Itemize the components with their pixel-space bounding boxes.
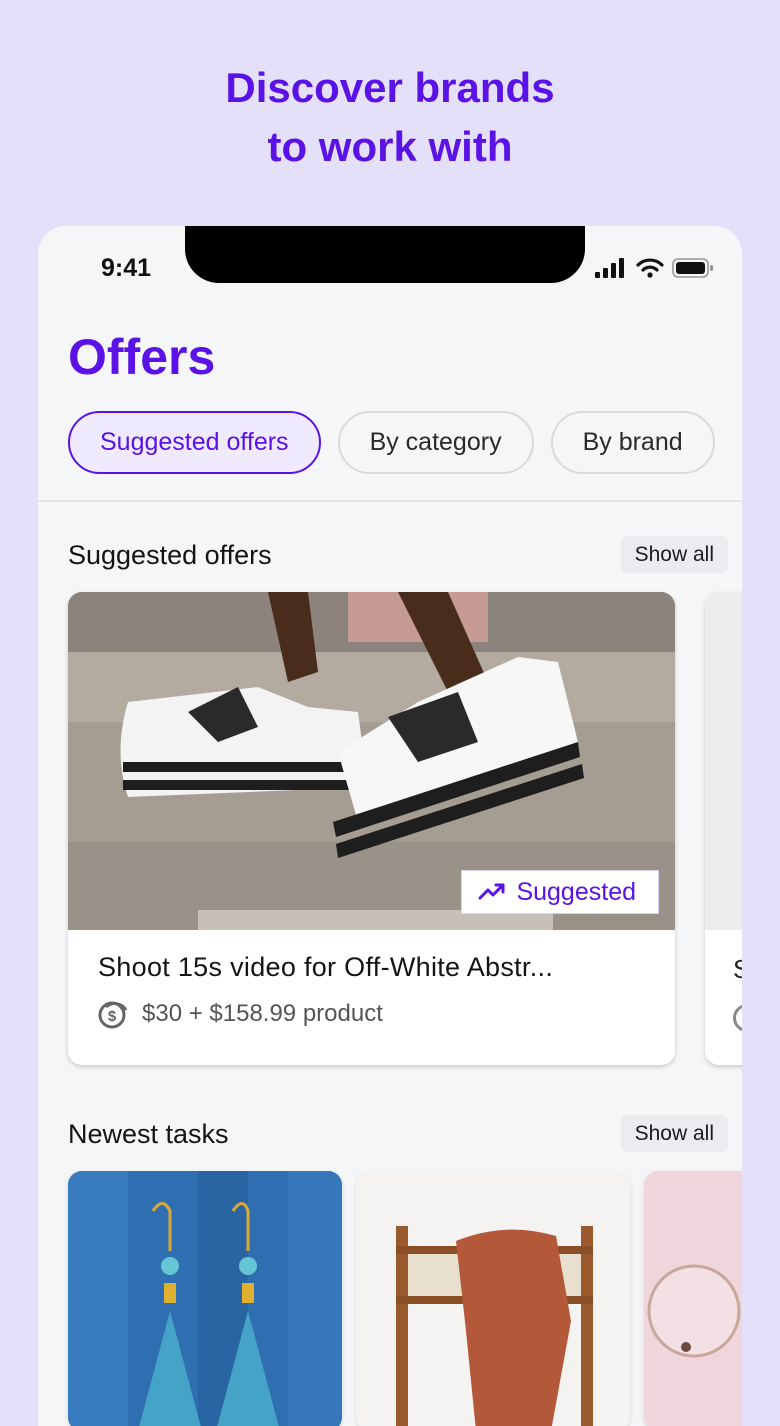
trending-up-icon	[478, 883, 505, 900]
show-all-newest-button[interactable]: Show all	[620, 1115, 728, 1152]
headline-line-1: Discover brands	[225, 64, 555, 111]
offer-tabs: Suggested offers By category By brand	[68, 411, 715, 474]
page-title: Offers	[68, 329, 216, 385]
tab-by-brand[interactable]: By brand	[550, 411, 715, 474]
badge-label: Suggested	[516, 877, 636, 906]
offer-card[interactable]: Suggested Shoot 15s video for Off-White …	[68, 592, 675, 1065]
signal-icon	[595, 258, 624, 278]
section-title-newest: Newest tasks	[68, 1119, 229, 1149]
task-image-earrings	[68, 1171, 342, 1426]
phone-screen: 9:41 Offers Suggested offers By category…	[38, 226, 742, 1426]
section-title-suggested: Suggested offers	[68, 540, 272, 570]
offer-title: Shoot 15s video for Off-White Abstr...	[98, 952, 554, 982]
coin-icon	[733, 1004, 742, 1032]
wifi-icon	[636, 258, 664, 278]
offer-image-next	[705, 592, 742, 930]
notch	[185, 226, 585, 283]
tab-suggested-offers[interactable]: Suggested offers	[68, 411, 321, 474]
task-card[interactable]	[356, 1171, 630, 1426]
battery-icon	[672, 258, 713, 278]
status-icons	[594, 258, 714, 278]
status-time: 9:41	[101, 254, 152, 282]
offer-price-row: $ $30 + $158.99 product	[98, 998, 383, 1030]
headline-line-2: to work with	[267, 123, 513, 170]
task-image-chair	[356, 1171, 630, 1426]
task-card[interactable]	[68, 1171, 342, 1426]
svg-text:$: $	[108, 1008, 117, 1025]
offer-title-next: S	[733, 954, 742, 984]
headline: Discover brands to work with	[0, 58, 780, 176]
divider	[38, 500, 742, 502]
offer-card-next[interactable]: S	[705, 592, 742, 1065]
offer-price: $30 + $158.99 product	[142, 1000, 383, 1027]
show-all-suggested-button[interactable]: Show all	[620, 536, 728, 573]
task-card[interactable]	[644, 1171, 742, 1426]
coin-icon: $	[98, 1001, 128, 1029]
tab-by-category[interactable]: By category	[337, 411, 534, 474]
suggested-badge: Suggested	[461, 870, 659, 914]
task-image-glasses	[644, 1171, 742, 1426]
